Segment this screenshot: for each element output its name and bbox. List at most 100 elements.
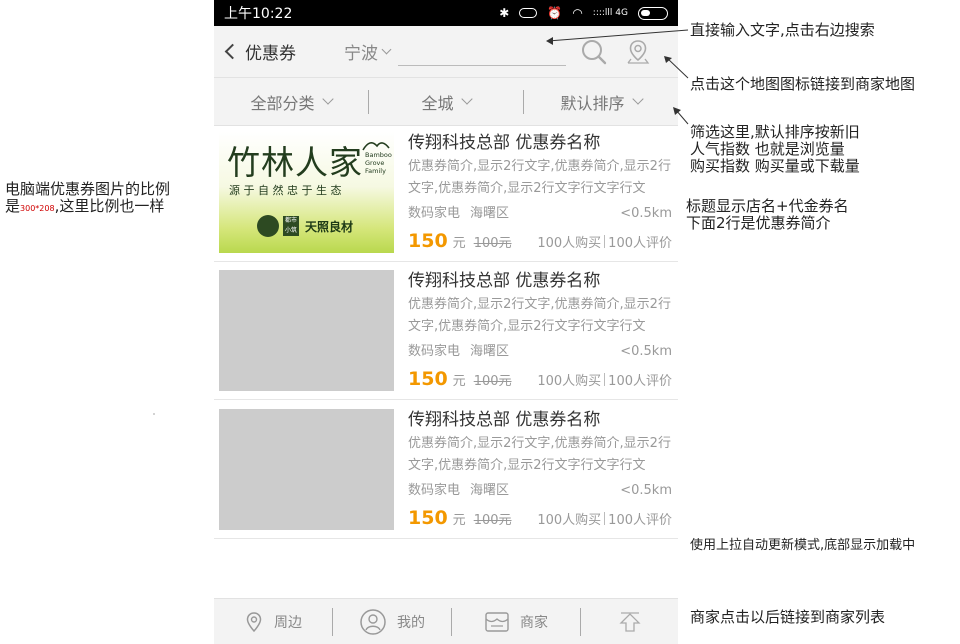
coupon-title[interactable]: 传翔科技总部 优惠券名称 — [408, 409, 672, 431]
brand-logo-text: 竹林人家 — [227, 143, 363, 182]
review-count: 100人评价 — [608, 513, 672, 528]
location-icon — [246, 611, 262, 632]
buyer-count: 100人购买 — [537, 513, 602, 528]
original-price: 100元 — [473, 374, 512, 389]
tab-mine-label: 我的 — [397, 614, 425, 631]
brand-en-line: Grove — [365, 159, 385, 167]
left-note-suffix: ,这里比例也一样 — [54, 197, 165, 215]
filter-note-line: 筛选这里,默认排序按新旧 — [690, 123, 860, 141]
shop-icon — [485, 611, 509, 632]
search-input[interactable] — [398, 37, 566, 66]
battery-icon — [638, 6, 668, 20]
coupon-title[interactable]: 传翔科技总部 优惠券名称 — [408, 132, 672, 154]
filter-note-line: 购买指数 购买量或下载量 — [690, 157, 860, 175]
coupon-district: 海曙区 — [470, 206, 510, 221]
coupon-info: 传翔科技总部 优惠券名称 优惠券简介,显示2行文字,优惠券简介,显示2行文字,优… — [408, 270, 672, 390]
review-count: 100人评价 — [608, 374, 672, 389]
coupon-info: 传翔科技总部 优惠券名称 优惠券简介,显示2行文字,优惠券简介,显示2行文字,优… — [408, 132, 672, 252]
badge-small: 都市小筑 — [283, 216, 299, 236]
brand-slogan: 源 于 自 然 忠 于 生 态 — [229, 184, 342, 197]
price-unit: 元 — [452, 374, 466, 389]
coupon-title[interactable]: 传翔科技总部 优惠券名称 — [408, 270, 672, 292]
brand-en-line: Bamboo — [365, 151, 392, 159]
search-icon[interactable] — [580, 38, 608, 66]
filter-category[interactable]: 全部分类 — [214, 90, 368, 114]
price-unit: 元 — [452, 513, 466, 528]
left-note-prefix: 是 — [5, 197, 21, 215]
coupon-info: 传翔科技总部 优惠券名称 优惠券简介,显示2行文字,优惠券简介,显示2行文字,优… — [408, 409, 672, 529]
toggle-icon — [519, 8, 538, 18]
bottom-nav-bar: 周边 我的 商家 — [214, 598, 678, 644]
tab-nearby-label: 周边 — [274, 614, 302, 631]
filter-note: 筛选这里,默认排序按新旧 人气指数 也就是浏览量 购买指数 购买量或下载量 — [690, 124, 860, 175]
filter-area[interactable]: 全城 — [369, 90, 523, 114]
brand-en-line: Family — [365, 167, 386, 175]
coupon-distance: <0.5km — [620, 206, 672, 221]
coupon-stats: 100人购买 100人评价 — [537, 232, 672, 251]
divider — [604, 235, 606, 248]
original-price: 100元 — [473, 513, 512, 528]
tab-shops[interactable]: 商家 — [452, 610, 580, 634]
city-selector[interactable]: 宁波 — [344, 39, 392, 64]
tab-shops-label: 商家 — [520, 614, 548, 631]
buyer-count: 100人购买 — [537, 374, 602, 389]
coupon-meta: 数码家电 海曙区 <0.5km — [408, 204, 672, 224]
coupon-location: 数码家电 海曙区 — [408, 204, 509, 224]
back-button[interactable]: 优惠券 — [224, 39, 296, 64]
left-note-line-2: 是300*208,这里比例也一样 — [5, 198, 170, 217]
coupon-distance: <0.5km — [620, 483, 672, 498]
search-note: 直接输入文字,点击右边搜索 — [690, 21, 875, 39]
title-note-line: 标题显示店名+代金券名 — [686, 197, 849, 215]
chevron-down-icon — [460, 93, 473, 105]
coupon-price: 150 — [408, 368, 448, 390]
coupon-category: 数码家电 — [408, 483, 461, 498]
price-unit: 元 — [452, 236, 466, 251]
loading-note: 使用上拉自动更新模式,底部显示加载中 — [690, 538, 916, 553]
coupon-description: 优惠券简介,显示2行文字,优惠券简介,显示2行文字,优惠券简介,显示2行文字行文… — [408, 159, 671, 196]
coupon-image-placeholder[interactable] — [219, 270, 394, 391]
badge-name: 天照良材 — [305, 220, 354, 234]
coupon-image[interactable]: 竹林人家 Bamboo Grove Family 源 于 自 然 忠 于 生 态… — [219, 132, 394, 253]
alarm-icon: ⏰ — [547, 6, 563, 20]
back-to-top-icon — [618, 611, 641, 632]
city-label: 宁波 — [344, 44, 378, 64]
coupon-stats: 100人购买 100人评价 — [537, 509, 672, 528]
chevron-down-icon — [631, 93, 644, 105]
coupon-price: 150 — [408, 507, 448, 529]
filter-sort[interactable]: 默认排序 — [524, 90, 678, 114]
coupon-item[interactable]: 竹林人家 Bamboo Grove Family 源 于 自 然 忠 于 生 态… — [214, 124, 678, 262]
buyer-count: 100人购买 — [537, 236, 602, 251]
back-to-top-button[interactable] — [581, 610, 678, 634]
tab-mine[interactable]: 我的 — [333, 608, 451, 636]
coupon-item[interactable]: 传翔科技总部 优惠券名称 优惠券简介,显示2行文字,优惠券简介,显示2行文字,优… — [214, 262, 678, 400]
coupon-distance: <0.5km — [620, 344, 672, 359]
review-count: 100人评价 — [608, 236, 672, 251]
filter-area-label: 全城 — [421, 93, 454, 113]
ratio-label: 300*208 — [20, 204, 55, 213]
title-note-line: 下面2行是优惠券简介 — [686, 214, 831, 232]
chevron-left-icon — [224, 43, 241, 60]
coupon-price: 150 — [408, 230, 448, 252]
shop-note: 商家点击以后链接到商家列表 — [690, 608, 886, 626]
divider — [604, 373, 606, 386]
chevron-down-icon — [381, 44, 392, 55]
status-time: 上午10:22 — [224, 6, 293, 22]
coupon-meta: 数码家电 海曙区 <0.5km — [408, 342, 672, 362]
title-note: 标题显示店名+代金券名 下面2行是优惠券简介 — [686, 198, 849, 232]
original-price: 100元 — [473, 236, 512, 251]
page-title: 优惠券 — [245, 44, 296, 64]
coupon-district: 海曙区 — [470, 344, 510, 359]
status-bar: 上午10:22 ✱ ⏰ ◠ ::::lll 4G — [214, 0, 678, 26]
map-pin-icon[interactable] — [624, 38, 652, 66]
chevron-down-icon — [321, 93, 334, 105]
tab-nearby[interactable]: 周边 — [214, 611, 332, 633]
coupon-image-placeholder[interactable] — [219, 409, 394, 530]
filter-bar: 全部分类 全城 默认排序 — [214, 78, 678, 126]
coupon-category: 数码家电 — [408, 206, 461, 221]
user-icon — [360, 608, 386, 635]
coupon-price-row: 150 元 100元 100人购买 100人评价 — [408, 368, 672, 390]
phone-screen: 上午10:22 ✱ ⏰ ◠ ::::lll 4G 优惠券 宁波 全部分类 全城 … — [214, 0, 678, 644]
left-note: 电脑端优惠券图片的比例 是300*208,这里比例也一样 — [5, 181, 170, 217]
coupon-item[interactable]: 传翔科技总部 优惠券名称 优惠券简介,显示2行文字,优惠券简介,显示2行文字,优… — [214, 401, 678, 539]
coupon-stats: 100人购买 100人评价 — [537, 370, 672, 389]
